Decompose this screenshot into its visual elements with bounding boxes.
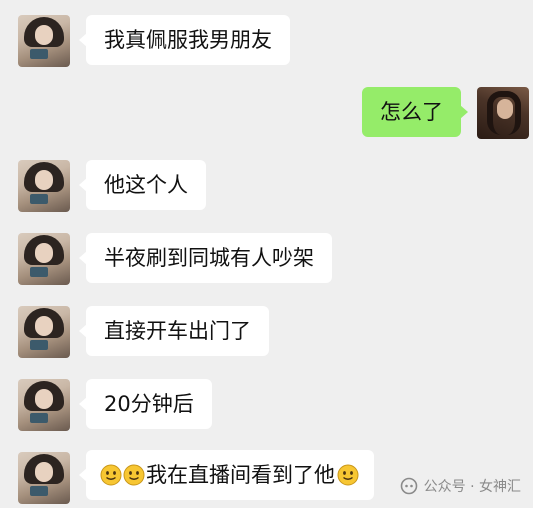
chat-window: 我真佩服我男朋友 怎么了 他这个人 半夜刷到同城有人吵架 直接开车出门了 20分…: [0, 0, 533, 508]
message-bubble[interactable]: 半夜刷到同城有人吵架: [79, 233, 332, 283]
message-bubble[interactable]: 我真佩服我男朋友: [79, 15, 290, 65]
self-avatar[interactable]: [477, 87, 529, 139]
message-bubble[interactable]: 直接开车出门了: [79, 306, 269, 356]
watermark-text: 公众号 · 女神汇: [423, 479, 521, 495]
message-text: 怎么了: [380, 100, 443, 124]
message-text: 半夜刷到同城有人吵架: [104, 246, 314, 270]
message-bubble[interactable]: 他这个人: [79, 160, 206, 210]
smile-emoji: [100, 464, 122, 486]
watermark: 公众号 · 女神汇: [400, 476, 521, 496]
smile-emoji: [337, 464, 359, 486]
message-text: 我在直播间看到了他: [146, 463, 335, 487]
sender-avatar[interactable]: [18, 379, 70, 431]
message-text: 他这个人: [104, 173, 188, 197]
wechat-official-account-icon: [400, 477, 417, 495]
message-bubble[interactable]: 我在直播间看到了他: [79, 450, 374, 500]
message-bubble-self[interactable]: 怎么了: [362, 87, 468, 137]
smile-emoji: [123, 464, 145, 486]
message-bubble[interactable]: 20分钟后: [79, 379, 212, 429]
message-text: 20分钟后: [104, 392, 194, 416]
message-text: 我真佩服我男朋友: [104, 28, 272, 52]
sender-avatar[interactable]: [18, 233, 70, 285]
sender-avatar[interactable]: [18, 160, 70, 212]
sender-avatar[interactable]: [18, 452, 70, 504]
sender-avatar[interactable]: [18, 306, 70, 358]
message-text: 直接开车出门了: [104, 319, 251, 343]
sender-avatar[interactable]: [18, 15, 70, 67]
